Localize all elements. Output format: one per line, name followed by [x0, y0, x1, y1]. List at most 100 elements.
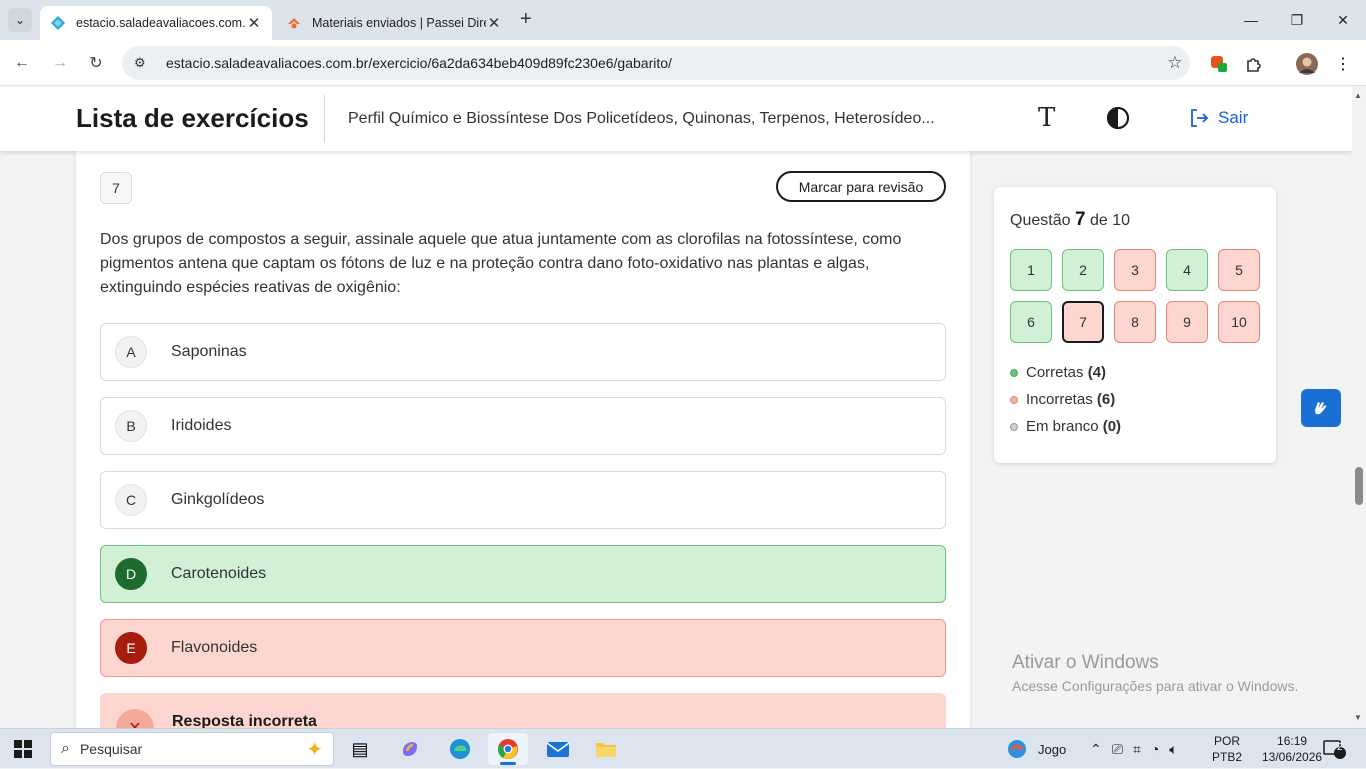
result-banner: ✕ Resposta incorreta: [100, 693, 946, 728]
network-icon[interactable]: ⌗: [1133, 741, 1141, 758]
back-icon[interactable]: ←: [10, 51, 34, 75]
volume-icon[interactable]: 🔈︎: [1169, 741, 1177, 758]
legend-label: Incorretas: [1026, 391, 1093, 408]
meet-icon[interactable]: ⎚: [1112, 741, 1123, 758]
option-e[interactable]: E Flavonoides: [100, 619, 946, 677]
question-text: Dos grupos de compostos a seguir, assina…: [100, 231, 902, 296]
exit-button[interactable]: Sair: [1188, 107, 1248, 129]
new-tab-icon[interactable]: +: [520, 8, 532, 31]
question-button-7[interactable]: 7: [1062, 301, 1104, 343]
legend-count: (0): [1102, 418, 1122, 435]
reload-icon[interactable]: ↻: [84, 51, 108, 75]
clock-date: 13/06/2026: [1262, 750, 1323, 764]
sign-language-icon[interactable]: [1301, 389, 1341, 427]
minimize-icon[interactable]: —: [1228, 0, 1274, 40]
option-b[interactable]: B Iridoides: [100, 397, 946, 455]
notifications-icon[interactable]: 2: [1322, 729, 1346, 769]
sparkle-icon: ✦: [306, 739, 323, 761]
legend-dot: [1010, 368, 1018, 377]
forward-icon[interactable]: →: [48, 51, 72, 75]
mail-icon[interactable]: [538, 733, 578, 765]
clock[interactable]: 16:19 13/06/2026: [1262, 733, 1322, 765]
site-info-icon[interactable]: ⚙: [134, 55, 152, 71]
url-text: estacio.saladeavaliacoes.com.br/exercici…: [166, 55, 672, 71]
browser-tabbar: ⌄ estacio.saladeavaliacoes.com.br ✕ Mate…: [0, 0, 1366, 40]
option-text: Flavonoides: [171, 639, 258, 656]
chevron-up-icon[interactable]: ⌃: [1090, 741, 1102, 758]
close-window-icon[interactable]: ✕: [1320, 0, 1366, 40]
option-d[interactable]: D Carotenoides: [100, 545, 946, 603]
counter-current: 7: [1074, 209, 1086, 230]
question-button-2[interactable]: 2: [1062, 249, 1104, 291]
tab-title: estacio.saladeavaliacoes.com.br: [76, 16, 246, 30]
contrast-icon[interactable]: [1106, 106, 1130, 130]
close-tab-icon[interactable]: ✕: [486, 14, 502, 32]
search-placeholder: Pesquisar: [79, 741, 143, 757]
option-a[interactable]: A Saponinas: [100, 323, 946, 381]
option-text: Iridoides: [171, 417, 232, 434]
task-view-icon[interactable]: ▤: [340, 733, 380, 765]
question-button-8[interactable]: 8: [1114, 301, 1156, 343]
address-bar[interactable]: ⚙ estacio.saladeavaliacoes.com.br/exerci…: [122, 46, 1190, 80]
page-scrollbar[interactable]: ▲ ▼: [1352, 87, 1366, 728]
tab-estacio[interactable]: estacio.saladeavaliacoes.com.br ✕: [40, 6, 272, 40]
scroll-thumb[interactable]: [1355, 467, 1363, 505]
language-indicator[interactable]: POR PTB2: [1212, 733, 1242, 765]
font-size-button[interactable]: T: [1038, 103, 1055, 133]
page-content: Lista de exercícios Perfil Químico e Bio…: [0, 87, 1352, 728]
restore-icon[interactable]: ❐: [1274, 0, 1320, 40]
bookmark-star-icon[interactable]: ☆: [1160, 53, 1190, 73]
legend-dot: [1010, 395, 1018, 404]
result-label: Resposta incorreta: [172, 713, 317, 728]
extensions-puzzle-icon[interactable]: [1243, 53, 1265, 75]
option-letter: B: [115, 410, 147, 442]
windows-activation-watermark: Ativar o Windows Acesse Configurações pa…: [1012, 652, 1298, 694]
mark-review-button[interactable]: Marcar para revisão: [776, 171, 946, 202]
tab-search-button[interactable]: ⌄: [8, 8, 32, 32]
wifi-icon[interactable]: ◔: [1151, 741, 1159, 757]
question-button-10[interactable]: 10: [1218, 301, 1260, 343]
legend-incorrect: Incorretas (6): [1010, 386, 1121, 413]
game-widget[interactable]: Jogo: [1006, 729, 1066, 769]
watermark-title: Ativar o Windows: [1012, 652, 1159, 673]
option-text: Carotenoides: [171, 565, 267, 582]
question-button-9[interactable]: 9: [1166, 301, 1208, 343]
passei-direto-favicon-icon: [286, 15, 302, 31]
edge-icon[interactable]: [440, 733, 480, 765]
question-button-6[interactable]: 6: [1010, 301, 1052, 343]
incorrect-icon: ✕: [116, 709, 154, 728]
close-tab-icon[interactable]: ✕: [246, 14, 262, 32]
taskbar-search-box[interactable]: ⌕ Pesquisar ✦: [50, 732, 334, 766]
tab-passei-direto[interactable]: Materiais enviados | Passei Direto ✕: [276, 6, 512, 40]
option-text: Ginkgolídeos: [171, 491, 265, 508]
counter-suffix: de 10: [1089, 212, 1131, 229]
question-navigator: Questão 7 de 10 1 2 3 4 5 6 7 8 9 10 Cor…: [994, 187, 1276, 463]
option-c[interactable]: C Ginkgolídeos: [100, 471, 946, 529]
option-letter: D: [115, 558, 147, 590]
status-legend: Corretas (4) Incorretas (6) Em branco (0…: [1010, 359, 1121, 440]
profile-avatar[interactable]: [1296, 53, 1318, 75]
option-letter: E: [115, 632, 147, 664]
question-number: 7: [100, 172, 132, 204]
question-button-3[interactable]: 3: [1114, 249, 1156, 291]
search-icon: ⌕: [61, 740, 70, 757]
clock-time: 16:19: [1277, 734, 1308, 748]
question-button-5[interactable]: 5: [1218, 249, 1260, 291]
browser-menu-icon[interactable]: ⋮: [1332, 53, 1354, 75]
legend-dot: [1010, 422, 1018, 431]
scroll-up-icon[interactable]: ▲: [1354, 91, 1362, 100]
file-explorer-icon[interactable]: [586, 733, 626, 765]
question-button-4[interactable]: 4: [1166, 249, 1208, 291]
exercise-subtitle: Perfil Químico e Biossíntese Dos Policet…: [348, 110, 935, 127]
legend-label: Corretas: [1026, 364, 1084, 381]
question-button-1[interactable]: 1: [1010, 249, 1052, 291]
chrome-icon[interactable]: [488, 733, 528, 765]
scroll-down-icon[interactable]: ▼: [1354, 713, 1362, 722]
watermark-text: Acesse Configurações para ativar o Windo…: [1012, 678, 1299, 694]
system-tray: ⌃ ⎚ ⌗ ◔ 🔈︎: [1090, 729, 1178, 769]
exit-label: Sair: [1218, 108, 1249, 127]
copilot-icon[interactable]: [390, 733, 430, 765]
game-label: Jogo: [1038, 741, 1067, 757]
extension-office-icon[interactable]: [1208, 53, 1230, 75]
windows-start-icon[interactable]: [14, 740, 32, 763]
